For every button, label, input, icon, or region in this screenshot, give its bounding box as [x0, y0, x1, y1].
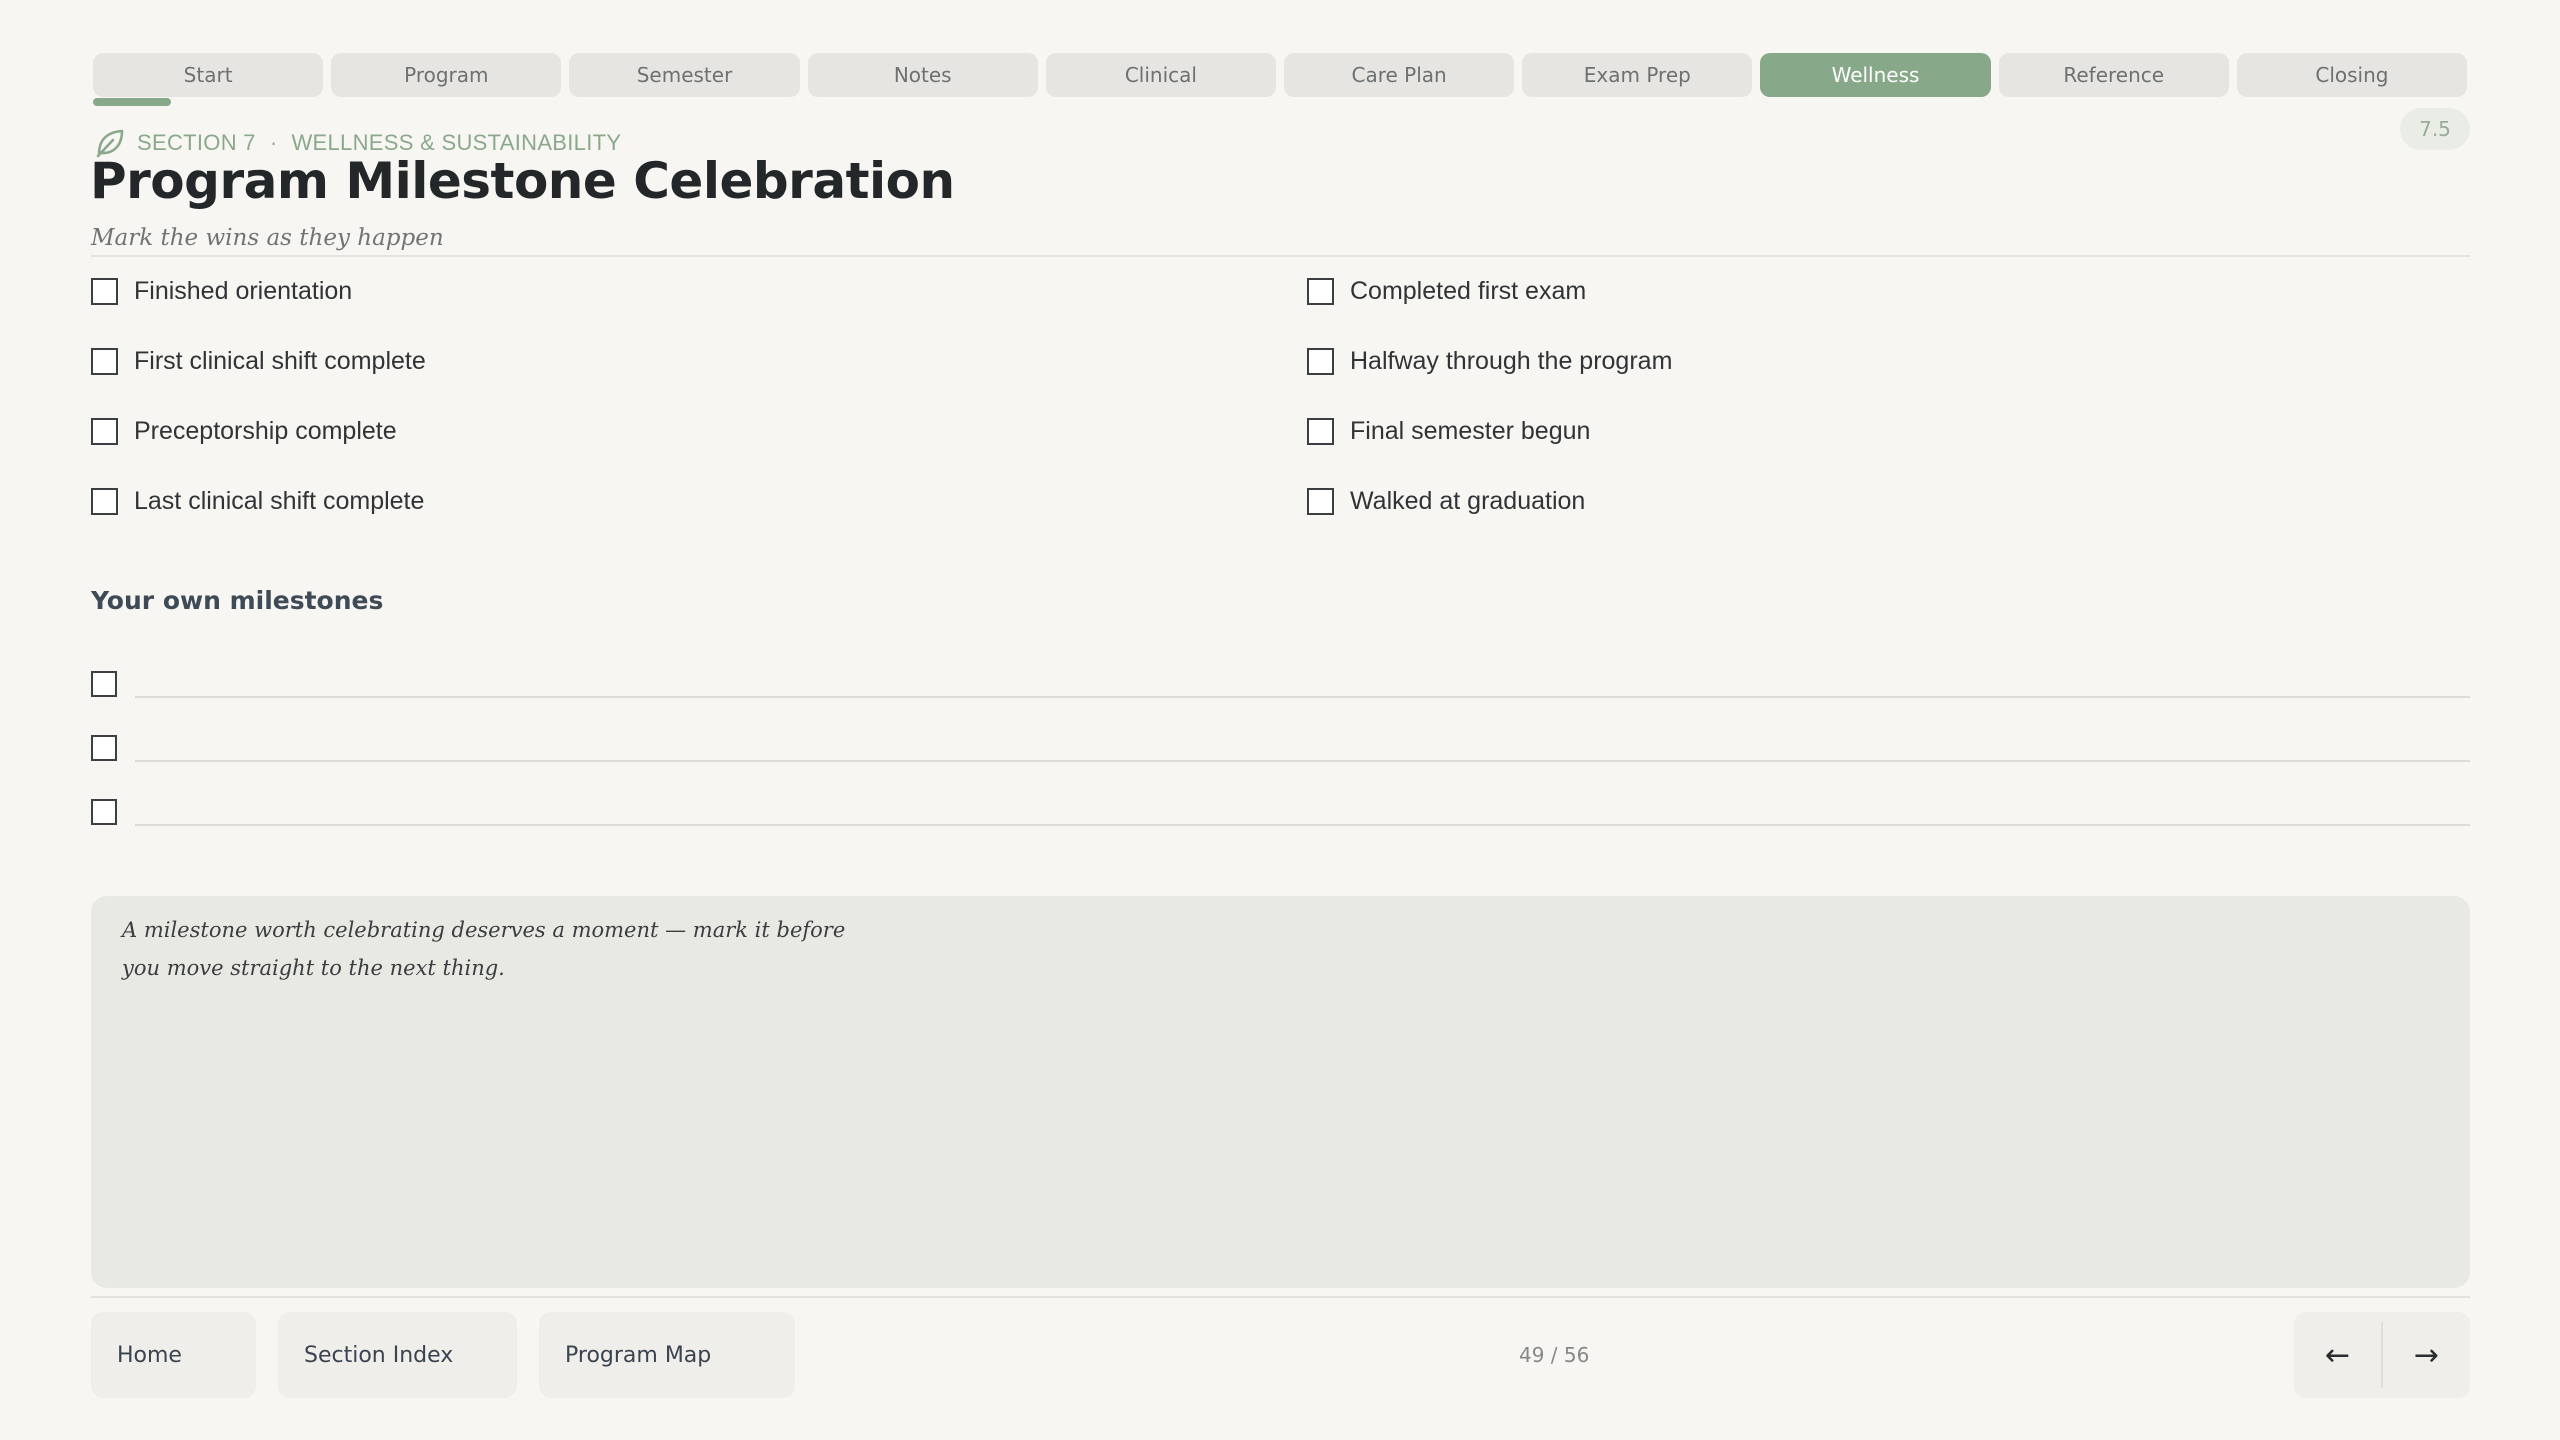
checkbox[interactable]: [91, 671, 117, 697]
page-nav-arrows: ← →: [2294, 1312, 2470, 1398]
page-subtitle: Mark the wins as they happen: [91, 225, 444, 251]
section-index-button[interactable]: Section Index: [278, 1312, 517, 1398]
tab-exam-prep[interactable]: Exam Prep: [1522, 53, 1753, 97]
note-text: A milestone worth celebrating deserves a…: [122, 918, 846, 980]
write-in-line[interactable]: [135, 824, 2470, 826]
tab-wellness[interactable]: Wellness: [1760, 53, 1991, 97]
tab-reference[interactable]: Reference: [1998, 53, 2229, 97]
own-milestones-heading: Your own milestones: [91, 586, 384, 615]
tab-care-plan[interactable]: Care Plan: [1284, 53, 1515, 97]
tab-clinical[interactable]: Clinical: [1045, 53, 1277, 97]
footer-nav: Home Section Index Program Map 49 / 56 ←…: [91, 1312, 2470, 1398]
milestone-item[interactable]: Finished orientation: [91, 275, 1307, 308]
checkbox[interactable]: [91, 735, 117, 761]
page-title: Program Milestone Celebration: [90, 152, 955, 210]
own-milestone-row: [91, 796, 2470, 828]
tab-start[interactable]: Start: [93, 53, 324, 97]
checkbox[interactable]: [91, 278, 118, 305]
milestone-label: Finished orientation: [134, 277, 353, 305]
milestone-item[interactable]: Preceptorship complete: [91, 415, 1307, 448]
checkbox[interactable]: [91, 799, 117, 825]
tab-notes[interactable]: Notes: [807, 53, 1038, 97]
checkbox[interactable]: [91, 488, 118, 515]
checkbox[interactable]: [1307, 348, 1334, 375]
milestone-item[interactable]: Completed first exam: [1307, 275, 2470, 308]
write-in-line[interactable]: [135, 696, 2470, 698]
milestone-label: Last clinical shift complete: [134, 487, 425, 515]
milestone-label: Halfway through the program: [1350, 347, 1673, 375]
header-divider: [91, 255, 2470, 257]
section-tab-bar: Start Program Semester Notes Clinical Ca…: [93, 53, 2468, 97]
tab-semester[interactable]: Semester: [569, 53, 800, 97]
milestone-label: Preceptorship complete: [134, 417, 397, 445]
milestone-label: Walked at graduation: [1350, 487, 1586, 515]
page-counter: 49 / 56: [1519, 1343, 1590, 1367]
footer-divider: [91, 1296, 2470, 1298]
checkbox[interactable]: [91, 348, 118, 375]
checkbox[interactable]: [1307, 278, 1334, 305]
checkbox[interactable]: [91, 418, 118, 445]
tab-closing[interactable]: Closing: [2236, 53, 2468, 97]
milestone-item[interactable]: First clinical shift complete: [91, 345, 1307, 378]
checkbox[interactable]: [1307, 488, 1334, 515]
milestone-label: First clinical shift complete: [134, 347, 426, 375]
milestone-checklist: Finished orientation Completed first exa…: [91, 275, 2470, 518]
tab-progress-indicator: [93, 98, 171, 106]
tab-program[interactable]: Program: [331, 53, 562, 97]
write-in-line[interactable]: [135, 760, 2470, 762]
milestone-label: Final semester begun: [1350, 417, 1591, 445]
arrow-right-icon[interactable]: →: [2383, 1312, 2470, 1398]
page-number-badge: 7.5: [2400, 108, 2470, 150]
home-button[interactable]: Home: [91, 1312, 256, 1398]
own-milestone-row: [91, 668, 2470, 700]
milestone-item[interactable]: Final semester begun: [1307, 415, 2470, 448]
program-map-button[interactable]: Program Map: [539, 1312, 795, 1398]
milestone-label: Completed first exam: [1350, 277, 1587, 305]
own-milestone-row: [91, 732, 2470, 764]
reflection-note-panel[interactable]: A milestone worth celebrating deserves a…: [91, 896, 2470, 1288]
milestone-item[interactable]: Last clinical shift complete: [91, 485, 1307, 518]
milestone-item[interactable]: Walked at graduation: [1307, 485, 2470, 518]
milestone-item[interactable]: Halfway through the program: [1307, 345, 2470, 378]
checkbox[interactable]: [1307, 418, 1334, 445]
arrow-left-icon[interactable]: ←: [2294, 1312, 2381, 1398]
